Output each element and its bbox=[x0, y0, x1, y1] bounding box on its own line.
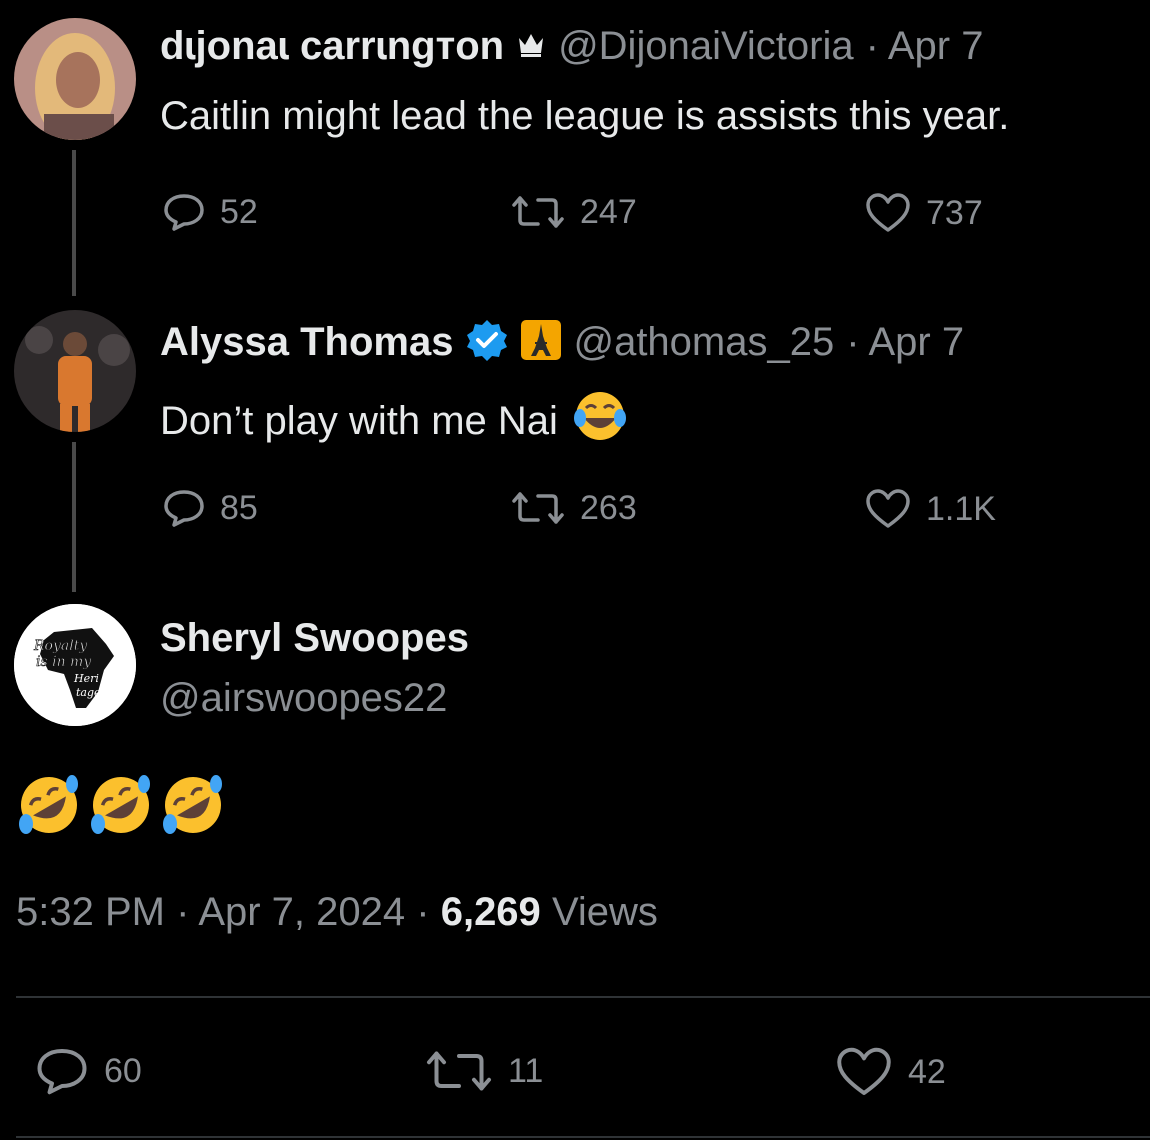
tweet-text-row: Don’t play with me Nai bbox=[160, 388, 628, 454]
divider bbox=[16, 1136, 1150, 1138]
retweet-button[interactable]: 247 bbox=[510, 192, 637, 232]
retweet-count: 263 bbox=[580, 488, 637, 527]
reply-icon bbox=[162, 488, 206, 528]
reply-icon bbox=[34, 1046, 90, 1096]
reply-icon bbox=[162, 192, 206, 232]
avatar-text-1: Royalty bbox=[33, 638, 88, 654]
tweet-text: Caitlin might lead the league is assists… bbox=[160, 94, 1010, 138]
heart-icon bbox=[864, 488, 912, 530]
retweet-icon bbox=[510, 192, 566, 232]
like-button[interactable]: 737 bbox=[864, 192, 983, 234]
heart-icon bbox=[834, 1046, 894, 1098]
retweet-button[interactable]: 11 bbox=[424, 1046, 543, 1096]
avatar-text-3: Heri bbox=[73, 672, 99, 685]
retweet-count: 11 bbox=[508, 1051, 544, 1090]
display-name[interactable]: dɩjonaɩ carrɩngтon bbox=[160, 24, 504, 69]
display-name[interactable]: Alyssa Thomas bbox=[160, 320, 453, 365]
reply-count: 60 bbox=[104, 1051, 142, 1090]
tweet-time[interactable]: 5:32 PM bbox=[16, 890, 165, 934]
reply-button[interactable]: 60 bbox=[34, 1046, 142, 1096]
views-label: Views bbox=[551, 890, 658, 934]
avatar-dijonai[interactable] bbox=[14, 18, 136, 140]
divider bbox=[16, 996, 1150, 998]
retweet-icon bbox=[424, 1046, 494, 1096]
handle[interactable]: @athomas_25 bbox=[573, 320, 834, 365]
tweet-text: Don’t play with me Nai bbox=[160, 398, 558, 443]
retweet-count: 247 bbox=[580, 192, 637, 231]
tweet-header: Alyssa Thomas @athomas_25 · Apr 7 bbox=[160, 318, 964, 367]
like-count: 737 bbox=[926, 193, 983, 232]
tweet-header: dɩjonaɩ carrɩngтon @DijonaiVictoria · Ap… bbox=[160, 24, 983, 69]
africa-logo-icon: Royalty is in my Heri tage bbox=[14, 604, 136, 726]
tweet-timestamp-row: 5:32 PM · Apr 7, 2024 · 6,269 Views bbox=[16, 890, 658, 935]
avatar-text-2: is in my bbox=[36, 654, 92, 670]
tweet-date[interactable]: · Apr 7 bbox=[846, 320, 964, 365]
reply-button[interactable]: 52 bbox=[162, 192, 258, 232]
like-button[interactable]: 42 bbox=[834, 1046, 946, 1098]
tweet-date[interactable]: · Apr 7 bbox=[866, 24, 984, 69]
thread-line bbox=[72, 150, 76, 296]
tweet-date[interactable]: · Apr 7, 2024 · bbox=[176, 890, 429, 934]
retweet-button[interactable]: 263 bbox=[510, 488, 637, 528]
verified-badge-icon bbox=[465, 318, 509, 367]
avatar-alyssa[interactable] bbox=[14, 310, 136, 432]
display-name[interactable]: Sheryl Swoopes bbox=[160, 616, 469, 661]
avatar-text-4: tage bbox=[76, 686, 101, 699]
like-count: 42 bbox=[908, 1052, 946, 1091]
handle[interactable]: @airswoopes22 bbox=[160, 676, 447, 721]
handle[interactable]: @DijonaiVictoria bbox=[558, 24, 854, 69]
rolling-on-floor-laughing-icon bbox=[88, 772, 154, 843]
rolling-on-floor-laughing-icon bbox=[160, 772, 226, 843]
views-count: 6,269 bbox=[440, 890, 541, 934]
crown-icon bbox=[516, 29, 546, 64]
rolling-on-floor-laughing-icon bbox=[16, 772, 82, 843]
heart-icon bbox=[864, 192, 912, 234]
reply-button[interactable]: 85 bbox=[162, 488, 258, 528]
like-button[interactable]: 1.1K bbox=[864, 488, 996, 530]
face-with-tears-of-joy-icon bbox=[572, 388, 628, 454]
like-count: 1.1K bbox=[926, 489, 996, 528]
eiffel-tower-icon bbox=[521, 320, 562, 365]
tweet-emoji-row bbox=[16, 772, 226, 843]
thread-line bbox=[72, 442, 76, 592]
avatar-sheryl[interactable]: Royalty is in my Heri tage bbox=[14, 604, 136, 726]
retweet-icon bbox=[510, 488, 566, 528]
reply-count: 52 bbox=[220, 192, 258, 231]
reply-count: 85 bbox=[220, 488, 258, 527]
